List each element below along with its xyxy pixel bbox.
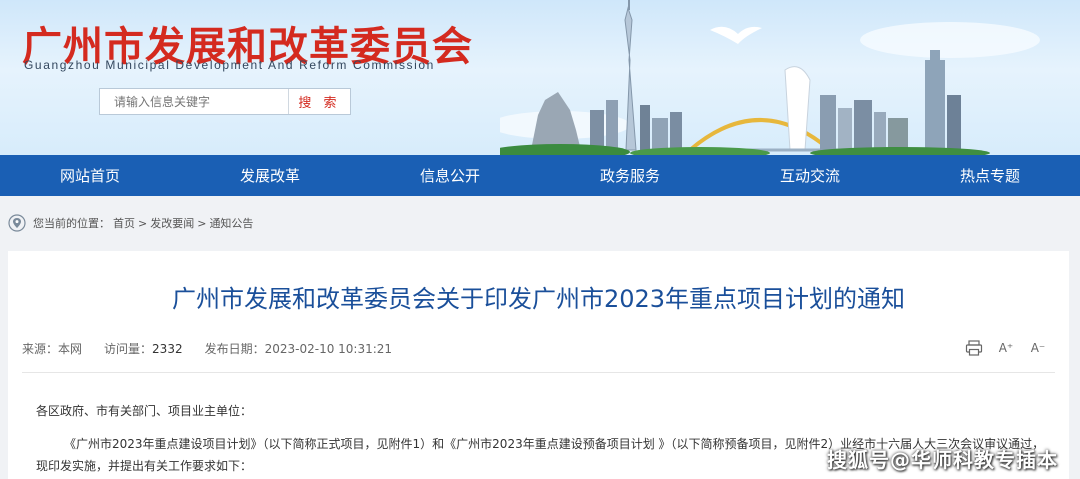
header-banner: 广州市发展和改革委员会 Guangzhou Municipal Developm…: [0, 0, 1080, 155]
nav-item-hot-topics[interactable]: 热点专题: [900, 155, 1080, 196]
date-label: 发布日期：: [204, 342, 265, 356]
search-input[interactable]: [100, 89, 288, 114]
nav-item-gov-services[interactable]: 政务服务: [540, 155, 720, 196]
date-value: 2023-02-10 10:31:21: [264, 342, 393, 356]
font-decrease-button[interactable]: A⁻: [1029, 340, 1047, 356]
breadcrumb-item-notices[interactable]: 通知公告: [209, 215, 253, 231]
main-nav: 网站首页 发展改革 信息公开 政务服务 互动交流 热点专题: [0, 155, 1080, 196]
city-skyline-illustration: [500, 0, 1040, 155]
breadcrumb-item-news[interactable]: 发改要闻: [150, 215, 194, 231]
meta-source: 来源：本网: [22, 340, 82, 357]
location-pin-icon: [8, 214, 26, 232]
breadcrumb-item-home[interactable]: 首页: [113, 215, 135, 231]
printer-icon[interactable]: [965, 340, 983, 356]
article-meta: 来源：本网 访问量：2332 发布日期：2023-02-10 10:31:21: [22, 340, 414, 357]
views-count: 2332: [152, 342, 183, 356]
breadcrumb: 您当前的位置： 首页 > 发改要闻 > 通知公告: [8, 213, 256, 233]
meta-views: 访问量：2332: [104, 340, 183, 357]
source-value: 本网: [58, 342, 83, 356]
search-box: 搜 索: [99, 88, 351, 115]
nav-item-info-disclosure[interactable]: 信息公开: [360, 155, 540, 196]
nav-item-home[interactable]: 网站首页: [0, 155, 180, 196]
breadcrumb-separator: >: [197, 216, 207, 230]
source-label: 来源：: [22, 342, 59, 356]
meta-divider: [22, 372, 1055, 373]
site-subtitle: Guangzhou Municipal Development And Refo…: [24, 58, 435, 72]
font-increase-button[interactable]: A⁺: [997, 340, 1015, 356]
breadcrumb-separator: >: [138, 216, 148, 230]
article-tools: A⁺ A⁻: [965, 340, 1047, 356]
article-title: 广州市发展和改革委员会关于印发广州市2023年重点项目计划的通知: [171, 285, 906, 313]
views-label: 访问量：: [104, 342, 153, 356]
nav-item-interaction[interactable]: 互动交流: [720, 155, 900, 196]
watermark-text: 搜狐号@华师科教专插本: [827, 448, 1058, 472]
breadcrumb-prefix: 您当前的位置：: [33, 217, 110, 230]
search-button[interactable]: 搜 索: [288, 89, 350, 114]
article-salutation: 各区政府、市有关部门、项目业主单位：: [36, 404, 253, 418]
nav-item-development-reform[interactable]: 发展改革: [180, 155, 360, 196]
meta-date: 发布日期：2023-02-10 10:31:21: [205, 340, 392, 357]
